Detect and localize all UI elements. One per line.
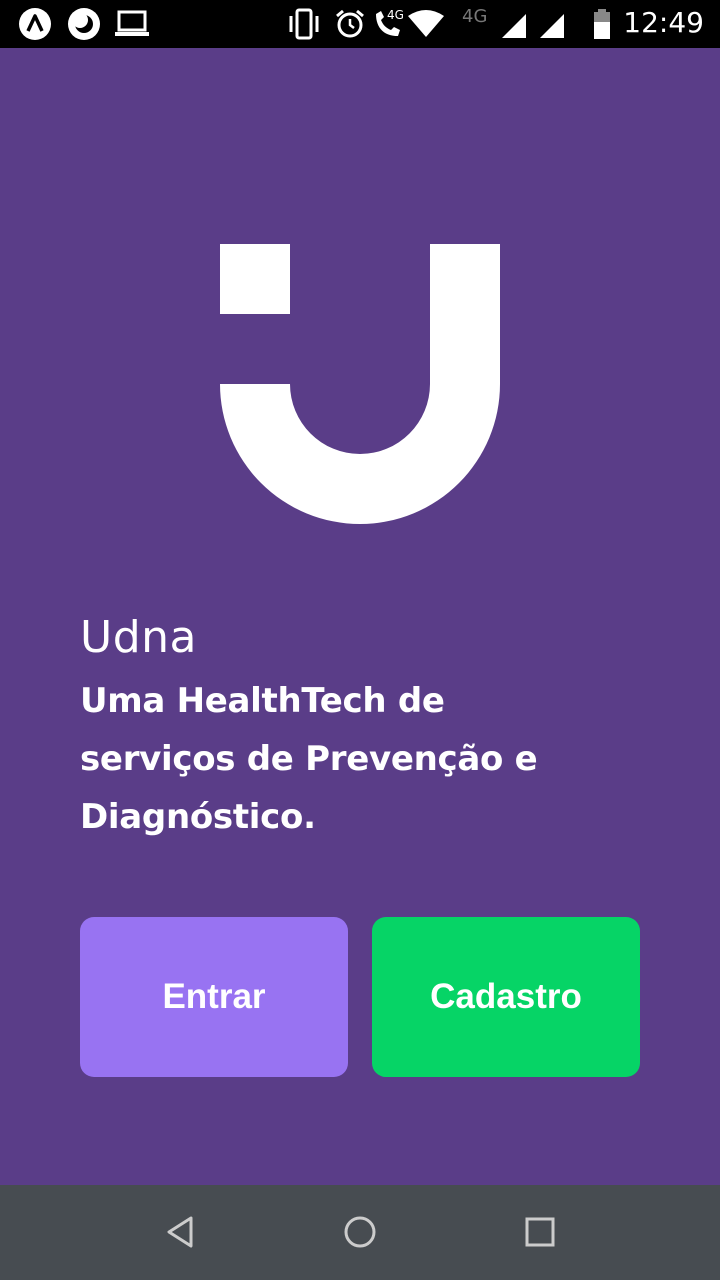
tagline-line: Diagnóstico. — [80, 797, 316, 837]
login-button[interactable]: Entrar — [80, 917, 348, 1077]
back-icon[interactable] — [164, 1215, 196, 1249]
vibrate-icon — [289, 8, 319, 40]
wifi-icon — [408, 10, 444, 37]
brand-name: Udna — [80, 612, 197, 663]
clock: 12:49 — [623, 6, 704, 39]
battery-icon — [594, 9, 610, 39]
intro-text: Udna Uma HealthTech de serviços de Preve… — [80, 612, 660, 846]
tagline-line: Uma HealthTech de — [80, 681, 445, 721]
signal-icon-2 — [540, 14, 564, 38]
alarm-icon — [336, 9, 364, 38]
navigation-bar — [0, 1185, 720, 1280]
tagline: Uma HealthTech de serviços de Prevenção … — [80, 672, 660, 846]
volte-label: 4G — [387, 8, 404, 22]
data-indicator: 4G — [462, 6, 487, 27]
data-label: 4G — [462, 6, 487, 27]
app-logo-icon — [19, 8, 51, 40]
do-not-disturb-icon — [68, 8, 100, 40]
signup-button[interactable]: Cadastro — [372, 917, 640, 1077]
laptop-icon — [115, 10, 149, 36]
recents-icon[interactable] — [524, 1216, 556, 1248]
home-icon[interactable] — [343, 1215, 377, 1249]
signal-icon — [502, 14, 526, 38]
tagline-line: serviços de Prevenção e — [80, 739, 538, 779]
udna-logo — [220, 244, 500, 524]
status-bar: 4G 4G 12:49 — [0, 0, 720, 48]
volte-call-icon: 4G — [376, 8, 404, 36]
